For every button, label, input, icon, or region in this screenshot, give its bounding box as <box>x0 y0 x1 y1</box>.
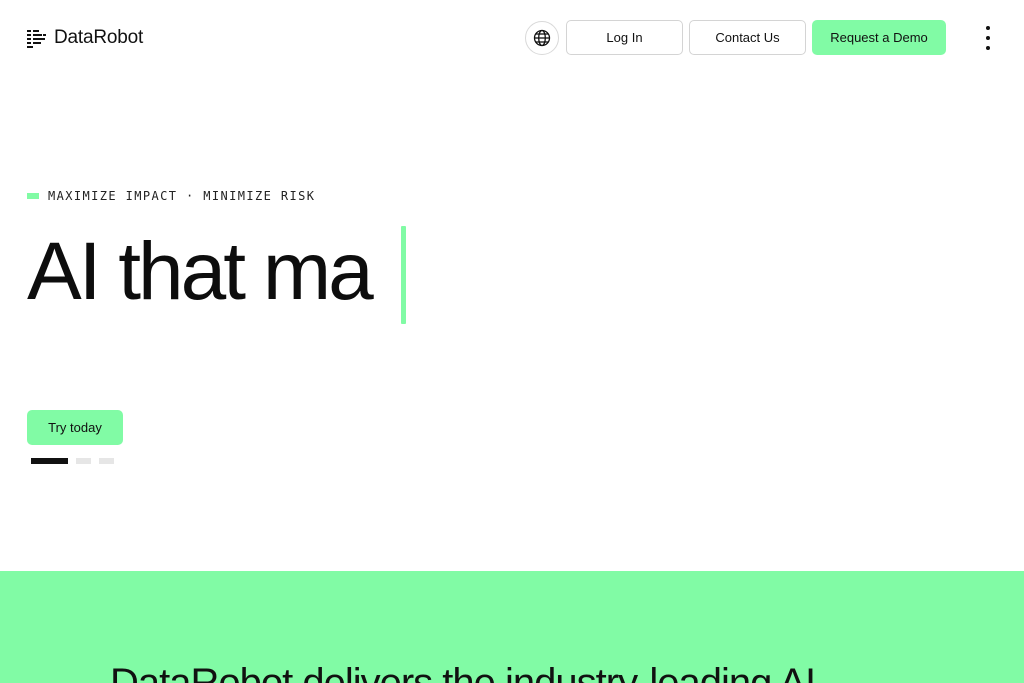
hero-headline: AI that ma <box>27 226 374 317</box>
hero-eyebrow: MAXIMIZE IMPACT · MINIMIZE RISK <box>27 189 315 203</box>
login-button[interactable]: Log In <box>566 20 683 55</box>
language-selector-button[interactable] <box>525 21 559 55</box>
carousel-indicators <box>31 458 114 464</box>
site-header: DataRobot Log In Contact Us Request a De… <box>0 0 1024 76</box>
carousel-indicator-3[interactable] <box>99 458 114 464</box>
brand-name: DataRobot <box>54 27 144 48</box>
carousel-indicator-1[interactable] <box>31 458 68 464</box>
request-demo-button[interactable]: Request a Demo <box>812 20 946 55</box>
datarobot-logo-icon <box>27 30 46 48</box>
more-vertical-icon[interactable] <box>978 26 998 50</box>
menu-dot <box>986 36 990 40</box>
typing-caret <box>401 226 406 324</box>
eyebrow-accent-bar <box>27 193 39 199</box>
try-today-button[interactable]: Try today <box>27 410 123 445</box>
globe-icon <box>533 29 551 47</box>
datarobot-logo[interactable]: DataRobot <box>27 27 143 49</box>
intro-band-text: DataRobot delivers the industry-leading … <box>110 661 816 683</box>
intro-band: DataRobot delivers the industry-leading … <box>0 571 1024 683</box>
menu-dot <box>986 26 990 30</box>
contact-us-button[interactable]: Contact Us <box>689 20 806 55</box>
carousel-indicator-2[interactable] <box>76 458 91 464</box>
menu-dot <box>986 46 990 50</box>
eyebrow-text: MAXIMIZE IMPACT · MINIMIZE RISK <box>48 189 316 203</box>
